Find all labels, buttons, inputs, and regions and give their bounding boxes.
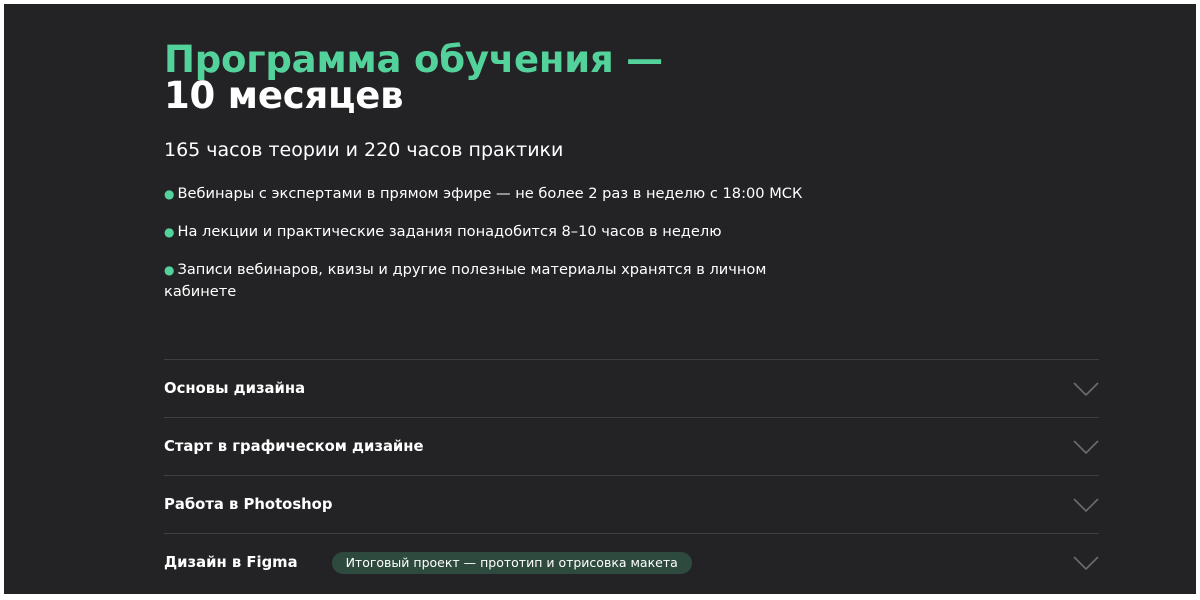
bullet-dot-icon: ● <box>164 225 175 239</box>
final-project-badge: Итоговый проект — прототип и отрисовка м… <box>331 551 692 574</box>
bullet-dot-icon: ● <box>164 187 175 201</box>
chevron-down-icon[interactable] <box>1073 439 1099 454</box>
bullet-text: Вебинары с экспертами в прямом эфире — н… <box>177 185 803 202</box>
module-item-figma[interactable]: Дизайн в Figma Итоговый проект — прототи… <box>164 533 1099 591</box>
module-title: Старт в графическом дизайне <box>164 438 424 455</box>
chevron-down-icon[interactable] <box>1073 497 1099 512</box>
program-title-duration: 10 месяцев <box>164 74 404 117</box>
program-intro: Программа обучения — 10 месяцев 165 часо… <box>164 38 1099 319</box>
program-section: Программа обучения — 10 месяцев 165 часо… <box>4 4 1196 594</box>
bullet-item: ● Вебинары с экспертами в прямом эфире — … <box>164 183 814 205</box>
bullet-text: На лекции и практические задания понадоб… <box>177 223 722 240</box>
bullet-item: ● Записи вебинаров, квизы и другие полезн… <box>164 259 814 303</box>
bullet-item: ● На лекции и практические задания понадо… <box>164 221 814 243</box>
module-item-graphic-design-start[interactable]: Старт в графическом дизайне <box>164 417 1099 475</box>
program-title-accent: Программа обучения — <box>164 38 663 81</box>
bullet-dot-icon: ● <box>164 263 175 277</box>
module-title: Дизайн в Figma <box>164 554 298 571</box>
modules-accordion: Основы дизайна Старт в графическом дизай… <box>164 359 1099 591</box>
program-subtitle: 165 часов теории и 220 часов практики <box>164 139 564 161</box>
chevron-down-icon[interactable] <box>1073 555 1099 570</box>
module-item-photoshop[interactable]: Работа в Photoshop <box>164 475 1099 533</box>
chevron-down-icon[interactable] <box>1073 381 1099 396</box>
bullet-text: Записи вебинаров, квизы и другие полезны… <box>164 261 767 300</box>
module-title: Работа в Photoshop <box>164 496 333 513</box>
module-title: Основы дизайна <box>164 380 306 397</box>
program-bullets: ● Вебинары с экспертами в прямом эфире — … <box>164 183 814 303</box>
module-item-design-basics[interactable]: Основы дизайна <box>164 359 1099 417</box>
